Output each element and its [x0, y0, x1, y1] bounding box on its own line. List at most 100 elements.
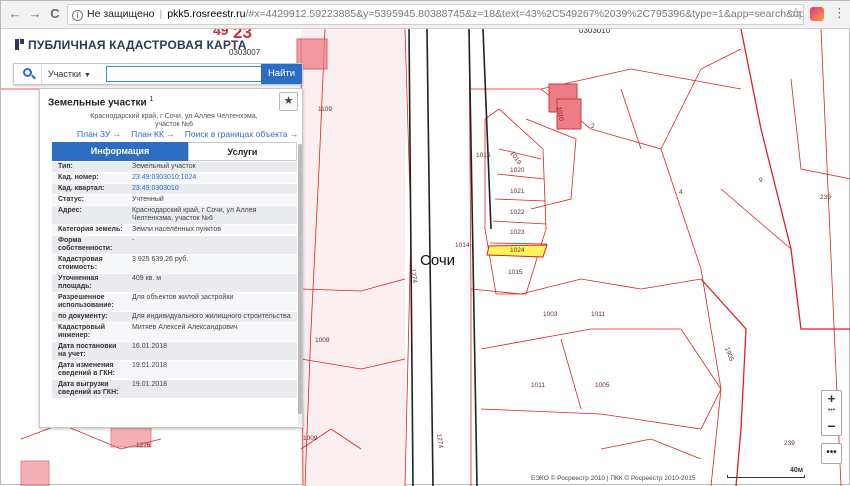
parcel-label: 1274 [409, 268, 418, 284]
attribute-value[interactable]: 23:49:0303010:1024 [129, 173, 297, 183]
attribute-row: Форма собственности: - [52, 236, 297, 255]
city-label: Сочи [420, 252, 455, 269]
attribute-value: 409 кв. м [132, 275, 162, 282]
result-count: 1 [149, 96, 154, 103]
panel-links: План ЗУ → План КК → Поиск в границах объек… [77, 129, 302, 139]
parcel-label: 1274 [435, 433, 444, 449]
scrollbar-thumb[interactable] [298, 144, 302, 414]
zoom-in-button[interactable]: + [822, 391, 841, 406]
attribute-key: Дата выгрузки сведений из ГКН: [58, 381, 119, 396]
attribute-key: Кадастровый инженер: [58, 324, 106, 339]
attribute-row: Уточненная площадь: 409 кв. м [52, 274, 297, 293]
logo-icon [15, 39, 24, 50]
attribute-value: Краснодарский край, г Сочи, ул Аллея Чел… [132, 207, 257, 222]
attribute-row: Тип: Земельный участок [52, 162, 297, 173]
attribute-key: Дата постановки на учет: [58, 343, 117, 358]
parcel-label: 1022 [510, 209, 525, 216]
info-icon[interactable]: i [72, 10, 83, 21]
attribute-value: 3 925 639,26 руб. [132, 256, 189, 263]
parcel-label: 1109 [318, 106, 332, 113]
attribute-row: Кад. номер: 23:49:0303010:1024 [52, 173, 297, 184]
parcel-label: 1019 [508, 150, 522, 166]
parcel-label: 239 [784, 440, 795, 447]
attribute-key: Разрешенное использование: [58, 294, 114, 309]
app-logo[interactable]: ПУБЛИЧНАЯ КАДАСТРОВАЯ КАРТА [15, 38, 247, 52]
search-type-dropdown[interactable]: Участки ▼ [48, 64, 91, 84]
attribute-value: Земельный участок [132, 163, 196, 170]
info-panel: Земельные участки 1 ★ Краснодарский край… [39, 88, 303, 428]
attribute-key: Адрес: [58, 207, 82, 214]
more-tools-button[interactable]: ••• [821, 443, 842, 464]
parcel-label: 1905 [723, 346, 735, 362]
scale-bar: 40м [727, 467, 805, 479]
parcel-label: 1005 [595, 382, 610, 389]
attribute-value: Учтенный [132, 196, 164, 203]
map-big-label: 49 [213, 29, 229, 38]
attribute-value: 19.01.2018 [132, 381, 168, 388]
parcel-label: 4 [679, 189, 683, 196]
search-input[interactable] [106, 66, 270, 82]
search-icon[interactable] [14, 64, 42, 84]
reload-button[interactable]: C [47, 6, 63, 22]
parcel-label: 1011 [531, 382, 545, 389]
attribute-key: Кад. квартал: [58, 185, 105, 192]
quarter-number: 0303010 [579, 29, 611, 35]
bookmark-star-button[interactable]: ★ [279, 92, 298, 111]
parcel-label: 1016 [476, 152, 491, 159]
url-field[interactable]: i Не защищено | pkk5.rosreestr.ru/#x=442991… [67, 4, 804, 25]
panel-tabs: Информация Услуги [52, 142, 297, 161]
panel-scrollbar[interactable] [298, 144, 302, 424]
security-label: Не защищено [87, 8, 155, 20]
parcel-attributes-table: Тип: Земельный участок Кад. номер: 23:49:03… [52, 162, 297, 399]
attribute-value: 16.01.2018 [132, 343, 168, 350]
url-host: pkk5.rosreestr.ru [167, 8, 246, 20]
attribute-key: по документу: [58, 313, 108, 320]
attribute-key: Уточненная площадь: [58, 275, 99, 290]
attribute-row: Дата постановки на учет: 16.01.2018 [52, 342, 297, 361]
parcel-label: 1276 [136, 442, 151, 449]
attribute-key: Кадастровая стоимость: [58, 256, 103, 271]
scale-label: 40м [790, 467, 803, 474]
tab-information[interactable]: Информация [52, 142, 188, 161]
parcel-label: 239 [820, 194, 831, 201]
parcel-label: 1009 [315, 337, 330, 344]
parcel-label: 1003 [543, 311, 558, 318]
plan-kk-link[interactable]: План КК → [131, 129, 175, 139]
attribute-row: Категория земель: Земли населённых пункто… [52, 225, 297, 236]
quarter-area [301, 29, 405, 486]
parcel-label: 1015 [508, 269, 523, 276]
attribute-key: Дата изменения сведений в ГКН: [58, 362, 115, 377]
attribute-row: Статус: Учтенный [52, 195, 297, 206]
zoom-out-button[interactable]: − [822, 419, 841, 435]
plan-zu-link[interactable]: План ЗУ → [77, 129, 121, 139]
attribute-row: Кад. квартал: 23:49:0303010 [52, 184, 297, 195]
parcel-label: 1010 [555, 106, 564, 122]
attribute-value: Митяев Алексей Александрович [132, 324, 238, 331]
forward-button[interactable]: → [27, 6, 43, 22]
parcel-label: 1024 [510, 247, 525, 254]
copyright-text: ЕЭКО © Росреестр 2010 | ПКК © Росреестр … [531, 475, 696, 482]
attribute-value[interactable]: 23:49:0303010 [129, 184, 297, 194]
attribute-value: 19.01.2018 [132, 362, 168, 369]
tab-services[interactable]: Услуги [188, 142, 297, 161]
zoom-control: + ••• − [821, 390, 842, 436]
search-in-bounds-link[interactable]: Поиск в границах объекта → [185, 129, 299, 139]
browser-menu-button[interactable]: ⋮ [833, 6, 846, 20]
parcel-label: 1023 [510, 229, 525, 236]
bookmark-star-icon[interactable]: ☆ [790, 6, 802, 20]
attribute-row: Дата изменения сведений в ГКН: 19.01.2018 [52, 361, 297, 380]
parcel-label: 1020 [510, 167, 525, 174]
attribute-key: Статус: [58, 196, 84, 203]
attribute-row: Дата выгрузки сведений из ГКН: 19.01.2018 [52, 380, 297, 399]
parcel-label: 9 [759, 177, 763, 184]
search-type-label: Участки [48, 69, 81, 79]
app-title: ПУБЛИЧНАЯ КАДАСТРОВАЯ КАРТА [28, 38, 247, 52]
back-button[interactable]: ← [7, 6, 23, 22]
attribute-row: Кадастровая стоимость: 3 925 639,26 руб. [52, 255, 297, 274]
extension-icon[interactable] [810, 7, 824, 21]
address-bar: ← → C i Не защищено | pkk5.rosreestr.ru/#x=… [1, 1, 850, 29]
attribute-value: Для объектов жилой застройки [132, 294, 234, 301]
parcel-label: 1011 [591, 311, 605, 318]
chevron-down-icon: ▼ [84, 72, 91, 79]
search-button[interactable]: Найти [261, 64, 302, 84]
